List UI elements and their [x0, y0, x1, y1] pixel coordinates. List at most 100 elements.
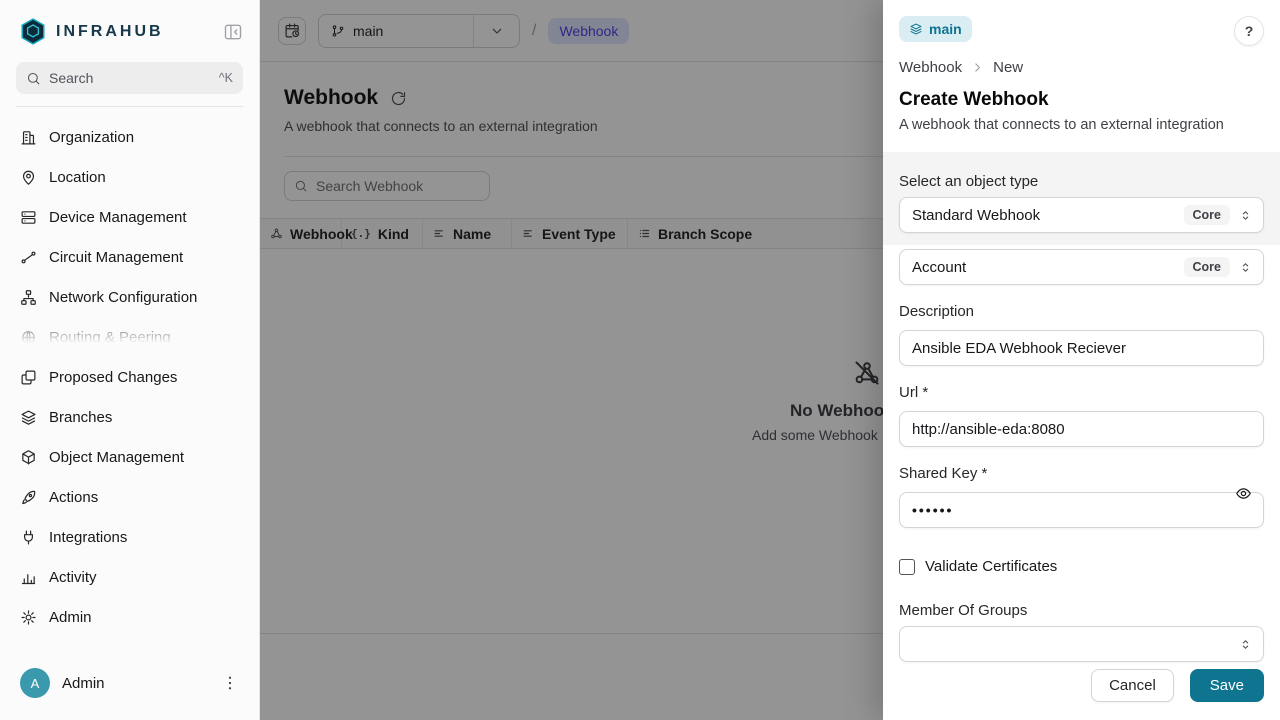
sidebar-item-activity[interactable]: Activity: [8, 557, 251, 597]
search-placeholder: Search: [49, 70, 211, 86]
core-badge: Core: [1184, 257, 1230, 277]
branch-badge-label: main: [929, 21, 962, 37]
breadcrumb-separator: /: [532, 22, 536, 40]
sidebar-divider: [16, 106, 243, 107]
collapse-sidebar-icon[interactable]: [223, 22, 243, 42]
bar-chart-icon: [20, 569, 37, 586]
sidebar-item-label: Integrations: [49, 529, 127, 546]
sidebar-item-label: Location: [49, 169, 106, 186]
cancel-button[interactable]: Cancel: [1091, 669, 1174, 702]
stack-icon: [909, 22, 923, 36]
object-type-section: Select an object type Standard Webhook C…: [883, 152, 1280, 245]
braces-icon: {.}: [351, 227, 371, 240]
account-select[interactable]: Account Core: [899, 249, 1264, 285]
member-of-groups-select[interactable]: [899, 626, 1264, 662]
checkbox[interactable]: [899, 559, 915, 575]
chevron-up-down-icon: [1238, 260, 1253, 275]
sidebar-item-label: Object Management: [49, 449, 184, 466]
sidebar-item-label: Circuit Management: [49, 249, 183, 266]
validate-certificates-checkbox[interactable]: Validate Certificates: [899, 558, 1264, 575]
help-button[interactable]: ?: [1234, 16, 1264, 46]
column-label: Webhook: [290, 226, 353, 242]
sidebar-search-input[interactable]: Search ^K: [16, 62, 243, 94]
refresh-icon[interactable]: [390, 90, 407, 107]
url-field[interactable]: [899, 411, 1264, 447]
column-label: Kind: [378, 226, 409, 242]
checkbox-label: Validate Certificates: [925, 558, 1057, 575]
object-type-value: Standard Webhook: [912, 207, 1176, 224]
sidebar-item-label: Branches: [49, 409, 112, 426]
sidebar-item-label: Actions: [49, 489, 98, 506]
route-icon: [20, 249, 37, 266]
drawer-title: Create Webhook: [899, 89, 1264, 111]
sidebar-item-proposed-changes[interactable]: Proposed Changes: [8, 357, 251, 397]
user-row[interactable]: A Admin: [16, 662, 243, 704]
empty-state-subtitle: Add some Webhook: [752, 427, 878, 443]
time-travel-button[interactable]: [278, 17, 306, 45]
list-icon: [637, 227, 651, 241]
column-label: Name: [453, 226, 491, 242]
breadcrumb-webhook[interactable]: Webhook: [548, 18, 629, 44]
chevron-up-down-icon: [1238, 637, 1253, 652]
sidebar-nav-primary: Organization Location Device Management …: [0, 113, 259, 347]
shared-key-label: Shared Key *: [899, 465, 1264, 482]
globe-icon: [20, 329, 37, 346]
infrahub-logo-icon: [20, 18, 46, 46]
calendar-clock-icon: [284, 22, 301, 39]
chevron-down-icon: [489, 23, 505, 39]
column-name[interactable]: Name: [423, 219, 512, 248]
sidebar-item-actions[interactable]: Actions: [8, 477, 251, 517]
sidebar-item-integrations[interactable]: Integrations: [8, 517, 251, 557]
object-type-select[interactable]: Standard Webhook Core: [899, 197, 1264, 233]
webhook-off-icon: [853, 359, 881, 387]
sidebar-item-branches[interactable]: Branches: [8, 397, 251, 437]
sidebar-item-label: Activity: [49, 569, 97, 586]
sidebar-item-label: Organization: [49, 129, 134, 146]
drawer-breadcrumb: Webhook New: [899, 59, 1264, 76]
webhook-icon: [269, 227, 283, 241]
sidebar-item-label: Proposed Changes: [49, 369, 177, 386]
avatar: A: [20, 668, 50, 698]
sidebar-item-label: Admin: [49, 609, 92, 626]
sidebar-item-routing-peering[interactable]: Routing & Peering: [8, 317, 251, 347]
branch-selector[interactable]: main: [318, 14, 520, 48]
column-label: Branch Scope: [658, 226, 752, 242]
sidebar-item-circuit-management[interactable]: Circuit Management: [8, 237, 251, 277]
description-field[interactable]: [899, 330, 1264, 366]
map-pin-icon: [20, 169, 37, 186]
sidebar: INFRAHUB Search ^K Organization Location…: [0, 0, 260, 720]
sidebar-item-device-management[interactable]: Device Management: [8, 197, 251, 237]
sidebar-item-object-management[interactable]: Object Management: [8, 437, 251, 477]
sidebar-item-network-configuration[interactable]: Network Configuration: [8, 277, 251, 317]
user-name: Admin: [62, 675, 209, 692]
column-event-type[interactable]: Event Type: [512, 219, 628, 248]
chevron-right-icon: [971, 61, 984, 74]
table-search[interactable]: [284, 171, 490, 201]
shared-key-field[interactable]: [899, 492, 1264, 528]
sidebar-item-location[interactable]: Location: [8, 157, 251, 197]
eye-icon[interactable]: [1235, 485, 1252, 502]
column-webhook[interactable]: Webhook: [260, 219, 342, 248]
search-shortcut: ^K: [219, 71, 233, 85]
save-button[interactable]: Save: [1190, 669, 1264, 702]
column-label: Event Type: [542, 226, 616, 242]
sidebar-item-admin[interactable]: Admin: [8, 597, 251, 637]
member-of-groups-label: Member Of Groups: [899, 602, 1264, 619]
sidebar-nav-secondary: Proposed Changes Branches Object Managem…: [0, 353, 259, 637]
logo-wordmark: INFRAHUB: [56, 23, 213, 41]
create-webhook-drawer: main ? Webhook New Create Webhook A webh…: [883, 0, 1280, 720]
search-icon: [26, 71, 41, 86]
layers-icon: [20, 409, 37, 426]
table-search-input[interactable]: [316, 178, 480, 194]
breadcrumb-parent[interactable]: Webhook: [899, 59, 962, 76]
logo-row: INFRAHUB: [0, 0, 259, 58]
sidebar-item-organization[interactable]: Organization: [8, 117, 251, 157]
url-label: Url *: [899, 384, 1264, 401]
dots-vertical-icon[interactable]: [221, 674, 239, 692]
column-kind[interactable]: {.} Kind: [342, 219, 423, 248]
drawer-subtitle: A webhook that connects to an external i…: [899, 117, 1264, 152]
drawer-footer: Cancel Save: [883, 669, 1280, 720]
align-left-icon: [521, 227, 535, 241]
hierarchy-icon: [20, 289, 37, 306]
page-title: Webhook: [284, 86, 378, 110]
